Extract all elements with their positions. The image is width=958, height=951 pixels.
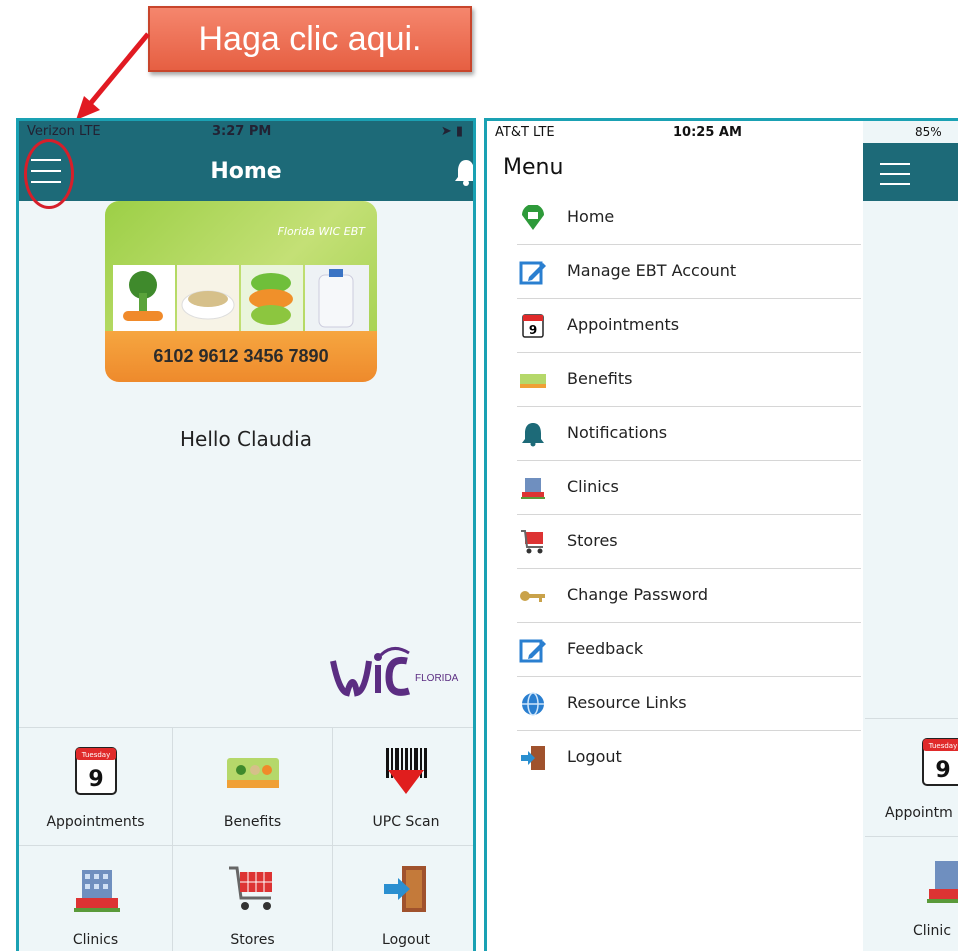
tile-label: Clinics bbox=[72, 932, 119, 948]
tile-stores[interactable]: Stores bbox=[173, 846, 333, 951]
menu-item-appointments[interactable]: 9 Appointments bbox=[517, 299, 861, 353]
battery-label: 85% bbox=[915, 125, 942, 139]
status-battery: 85% bbox=[863, 121, 958, 143]
menu-item-home[interactable]: Home bbox=[517, 191, 861, 245]
status-bar: Verizon LTE 3:27 PM ➤ ▮ bbox=[19, 121, 473, 143]
peek-tile-appointments[interactable]: Tuesday 9 Appointm bbox=[865, 718, 958, 836]
food-image bbox=[113, 265, 369, 331]
menu-item-label: Resource Links bbox=[567, 693, 687, 712]
calendar-icon: 9 bbox=[522, 314, 544, 338]
menu-item-notifications[interactable]: Notifications bbox=[517, 407, 861, 461]
logout-door-icon bbox=[384, 866, 426, 912]
tile-upc-scan[interactable]: UPC Scan bbox=[333, 728, 473, 846]
peek-tile-clinics[interactable]: Clinic bbox=[865, 836, 958, 951]
menu-item-manage-ebt[interactable]: Manage EBT Account bbox=[517, 245, 861, 299]
menu-item-label: Logout bbox=[567, 747, 622, 766]
menu-item-label: Appointments bbox=[567, 315, 680, 334]
shopping-cart-icon bbox=[228, 866, 272, 910]
tile-label: Logout bbox=[382, 932, 430, 948]
card-number: 6102 9612 3456 7890 bbox=[153, 346, 329, 366]
menu-item-feedback[interactable]: Feedback bbox=[517, 623, 861, 677]
menu-item-clinics[interactable]: Clinics bbox=[517, 461, 861, 515]
home-tiles: Tuesday 9 Appointments Benefits UPC Scan bbox=[19, 727, 473, 951]
tile-label: UPC Scan bbox=[372, 814, 440, 830]
page-title: Home bbox=[210, 159, 282, 184]
carrier-label: Verizon LTE bbox=[27, 124, 101, 139]
tile-label: Appointments bbox=[46, 814, 145, 830]
menu-title: Menu bbox=[503, 155, 564, 180]
clinic-building-icon bbox=[521, 478, 545, 499]
logout-door-icon bbox=[521, 746, 545, 770]
bell-icon bbox=[522, 423, 544, 447]
background-nav-bar bbox=[863, 143, 958, 201]
status-bar: AT&T LTE 10:25 AM bbox=[487, 121, 863, 143]
home-screen: Verizon LTE 3:27 PM ➤ ▮ Home Florida WIC… bbox=[16, 118, 476, 951]
barcode-scan-icon bbox=[386, 748, 427, 794]
menu-item-label: Benefits bbox=[567, 369, 633, 388]
instruction-callout: Haga clic aqui. bbox=[148, 6, 472, 72]
benefits-card-icon bbox=[226, 758, 279, 788]
menu-item-logout[interactable]: Logout bbox=[517, 731, 861, 785]
menu-item-resource-links[interactable]: Resource Links bbox=[517, 677, 861, 731]
tile-label: Appointm bbox=[885, 805, 953, 821]
clinic-building-icon bbox=[73, 870, 120, 912]
ebt-card: Florida WIC EBT 6102 9612 3456 7890 bbox=[105, 201, 377, 382]
menu-item-benefits[interactable]: Benefits bbox=[517, 353, 861, 407]
edit-icon bbox=[519, 261, 546, 285]
menu-item-label: Change Password bbox=[567, 585, 709, 604]
globe-icon bbox=[522, 692, 544, 716]
hamburger-menu-icon[interactable] bbox=[880, 163, 910, 187]
clock: 10:25 AM bbox=[673, 125, 742, 140]
calendar-icon: Tuesday 9 bbox=[74, 747, 117, 795]
home-pin-icon bbox=[522, 205, 544, 230]
menu-item-stores[interactable]: Stores bbox=[517, 515, 861, 569]
tile-label: Benefits bbox=[223, 814, 282, 830]
carrier-label: AT&T LTE bbox=[495, 125, 555, 140]
tile-logout[interactable]: Logout bbox=[333, 846, 473, 951]
menu-item-label: Home bbox=[567, 207, 615, 226]
svg-text:Tuesday: Tuesday bbox=[80, 751, 109, 759]
menu-item-change-password[interactable]: Change Password bbox=[517, 569, 861, 623]
clinic-building-icon bbox=[927, 861, 958, 903]
tile-clinics[interactable]: Clinics bbox=[19, 846, 173, 951]
menu-item-label: Manage EBT Account bbox=[567, 261, 737, 280]
highlight-circle bbox=[24, 139, 74, 209]
shopping-cart-icon bbox=[521, 530, 543, 554]
svg-text:9: 9 bbox=[88, 767, 103, 792]
logo-state-text: FLORIDA bbox=[415, 673, 459, 684]
tile-benefits[interactable]: Benefits bbox=[173, 728, 333, 846]
svg-text:9: 9 bbox=[529, 323, 537, 337]
tile-label: Clinic bbox=[913, 923, 952, 939]
menu-item-label: Clinics bbox=[567, 477, 619, 496]
benefits-card-icon bbox=[520, 374, 546, 388]
edit-icon bbox=[519, 639, 546, 663]
side-menu: AT&T LTE 10:25 AM Menu Home Manage EBT A… bbox=[487, 121, 863, 951]
key-icon bbox=[520, 591, 545, 602]
tile-appointments[interactable]: Tuesday 9 Appointments bbox=[19, 728, 173, 846]
menu-item-label: Stores bbox=[567, 531, 618, 550]
bell-icon[interactable] bbox=[451, 157, 476, 187]
svg-text:Tuesday: Tuesday bbox=[928, 742, 957, 750]
svg-text:9: 9 bbox=[935, 758, 950, 783]
calendar-icon: Tuesday 9 bbox=[922, 738, 958, 786]
menu-item-label: Feedback bbox=[567, 639, 644, 658]
clock: 3:27 PM bbox=[212, 124, 272, 139]
tile-label: Stores bbox=[230, 932, 275, 948]
nav-bar: Home bbox=[19, 143, 473, 201]
greeting: Hello Claudia bbox=[179, 427, 312, 451]
card-brand: Florida WIC EBT bbox=[277, 225, 365, 238]
wic-florida-logo: FLORIDA bbox=[329, 641, 459, 701]
menu-screen: 85% Tuesday 9 Appointm Clinic AT&T LTE 1… bbox=[484, 118, 958, 951]
battery-icon: ➤ ▮ bbox=[440, 124, 463, 139]
menu-item-label: Notifications bbox=[567, 423, 668, 442]
